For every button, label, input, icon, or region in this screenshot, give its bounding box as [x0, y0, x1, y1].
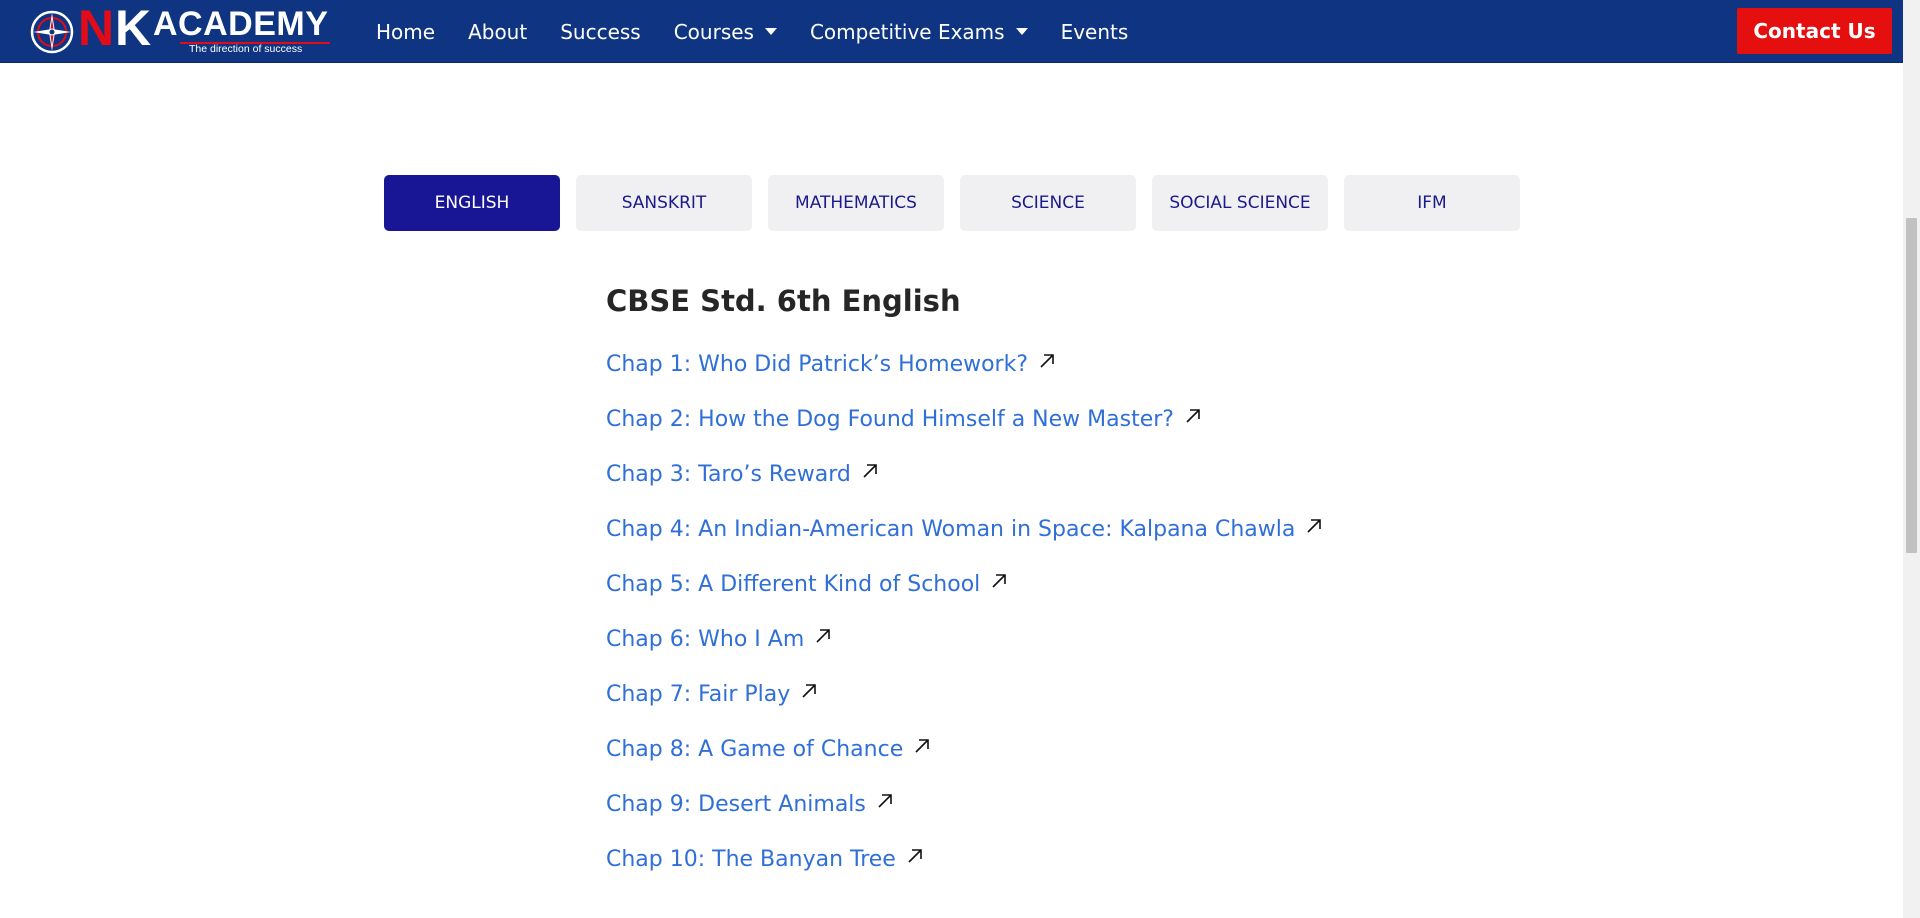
- arrow-up-right-icon[interactable]: [990, 572, 1008, 590]
- list-item: Chap 7: Fair Play: [606, 680, 1323, 735]
- arrow-up-right-icon[interactable]: [906, 847, 924, 865]
- nav-about[interactable]: About: [468, 20, 527, 44]
- nav-home[interactable]: Home: [376, 20, 435, 44]
- chapter-link-10[interactable]: Chap 10: The Banyan Tree: [606, 845, 896, 875]
- list-item: Chap 5: A Different Kind of School: [606, 570, 1323, 625]
- chapter-link-1[interactable]: Chap 1: Who Did Patrick’s Homework?: [606, 350, 1028, 380]
- chapter-panel: CBSE Std. 6th English Chap 1: Who Did Pa…: [606, 280, 1506, 872]
- list-item: Chap 1: Who Did Patrick’s Homework?: [606, 350, 1323, 405]
- nav-courses-label: Courses: [673, 19, 754, 44]
- top-navbar: N K ACADEMY The direction of success Hom…: [0, 0, 1903, 63]
- nav-about-label: About: [468, 19, 528, 44]
- page-scrollbar[interactable]: [1903, 0, 1920, 918]
- compass-emblem-icon: [30, 10, 74, 54]
- chevron-down-icon: [1015, 28, 1028, 35]
- contact-us-button[interactable]: Contact Us: [1737, 8, 1892, 54]
- nav-competitive-exams-dropdown[interactable]: Competitive Exams: [810, 20, 1028, 44]
- chapter-link-5[interactable]: Chap 5: A Different Kind of School: [606, 570, 980, 600]
- chapter-link-6[interactable]: Chap 6: Who I Am: [606, 625, 804, 655]
- nav-events[interactable]: Events: [1061, 20, 1129, 44]
- logo-letter-k: K: [115, 0, 152, 56]
- section-title: CBSE Std. 6th English: [606, 284, 961, 318]
- logo-letter-n: N: [78, 0, 114, 56]
- nav-courses-dropdown[interactable]: Courses: [674, 20, 777, 44]
- nav-success[interactable]: Success: [560, 20, 641, 44]
- logo-wordmark: ACADEMY: [153, 5, 329, 43]
- scrollbar-thumb[interactable]: [1906, 218, 1917, 553]
- list-item: Chap 4: An Indian-American Woman in Spac…: [606, 515, 1323, 570]
- arrow-up-right-icon[interactable]: [800, 682, 818, 700]
- arrow-up-right-icon[interactable]: [861, 462, 879, 480]
- tab-social-science[interactable]: SOCIAL SCIENCE: [1152, 175, 1328, 231]
- chapter-link-7[interactable]: Chap 7: Fair Play: [606, 680, 790, 710]
- arrow-up-right-icon[interactable]: [1305, 517, 1323, 535]
- nav-home-label: Home: [376, 19, 436, 44]
- nav-competitive-exams-label: Competitive Exams: [809, 19, 1005, 44]
- site-logo[interactable]: N K ACADEMY The direction of success: [30, 3, 340, 57]
- tab-science[interactable]: SCIENCE: [960, 175, 1136, 231]
- chapter-link-9[interactable]: Chap 9: Desert Animals: [606, 790, 866, 820]
- chapter-link-2[interactable]: Chap 2: How the Dog Found Himself a New …: [606, 405, 1174, 435]
- list-item: Chap 10: The Banyan Tree: [606, 845, 1323, 900]
- list-item: Chap 6: Who I Am: [606, 625, 1323, 680]
- chapter-list: Chap 1: Who Did Patrick’s Homework? Chap…: [606, 350, 1323, 900]
- list-item: Chap 3: Taro’s Reward: [606, 460, 1323, 515]
- logo-tagline: The direction of success: [189, 43, 303, 55]
- tab-english[interactable]: ENGLISH: [384, 175, 560, 231]
- tab-mathematics[interactable]: MATHEMATICS: [768, 175, 944, 231]
- arrow-up-right-icon[interactable]: [1184, 407, 1202, 425]
- arrow-up-right-icon[interactable]: [814, 627, 832, 645]
- chapter-link-4[interactable]: Chap 4: An Indian-American Woman in Spac…: [606, 515, 1295, 545]
- chapter-link-3[interactable]: Chap 3: Taro’s Reward: [606, 460, 851, 490]
- list-item: Chap 9: Desert Animals: [606, 790, 1323, 845]
- arrow-up-right-icon[interactable]: [913, 737, 931, 755]
- subject-tabs: ENGLISH SANSKRIT MATHEMATICS SCIENCE SOC…: [384, 175, 1520, 231]
- arrow-up-right-icon[interactable]: [876, 792, 894, 810]
- tab-sanskrit[interactable]: SANSKRIT: [576, 175, 752, 231]
- chapter-link-8[interactable]: Chap 8: A Game of Chance: [606, 735, 903, 765]
- list-item: Chap 8: A Game of Chance: [606, 735, 1323, 790]
- nav-events-label: Events: [1060, 19, 1129, 44]
- arrow-up-right-icon[interactable]: [1038, 352, 1056, 370]
- tab-ifm[interactable]: IFM: [1344, 175, 1520, 231]
- chevron-down-icon: [764, 28, 777, 35]
- nav-success-label: Success: [560, 19, 641, 44]
- list-item: Chap 2: How the Dog Found Himself a New …: [606, 405, 1323, 460]
- main-nav: Home About Success Courses Competitive E…: [376, 0, 1128, 63]
